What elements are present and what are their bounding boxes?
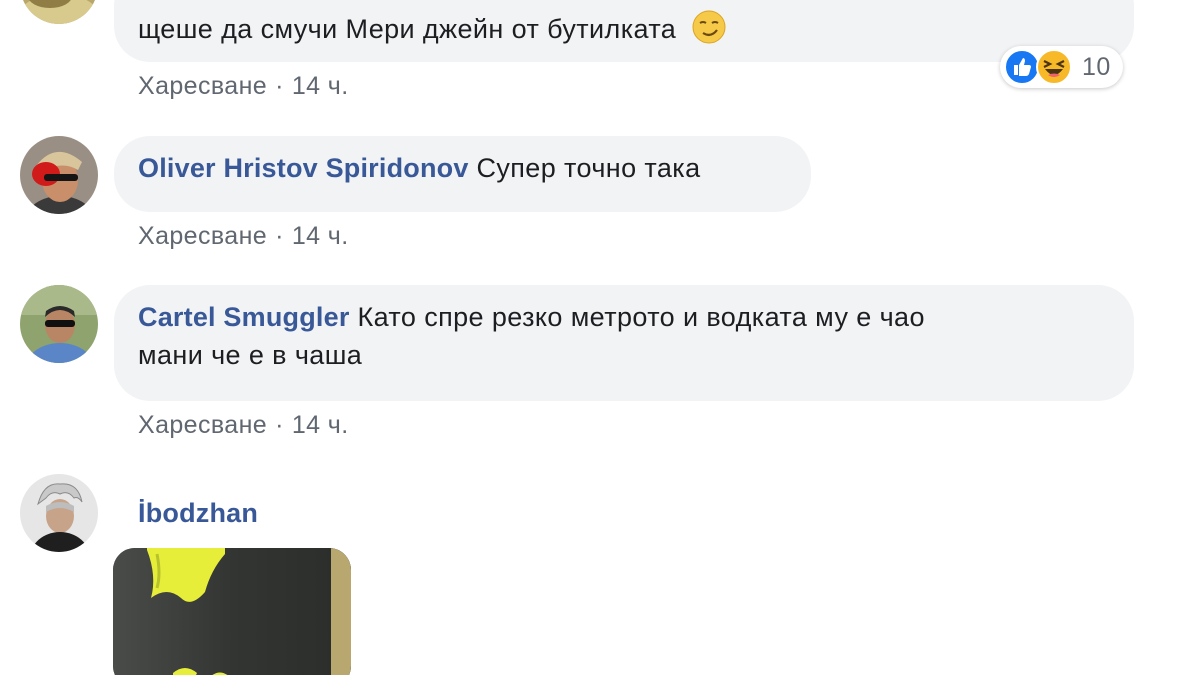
comment-author[interactable]: Cartel Smuggler [138,302,350,332]
comment-text: щеше да смучи Мери джейн от бутилката [138,14,677,44]
smirk-emoji-icon [692,10,726,44]
reactions-badge[interactable]: 10 [1000,46,1123,88]
avatar[interactable] [20,0,98,24]
avatar[interactable] [20,136,98,214]
like-link[interactable]: Харесване [138,411,267,439]
comment-bubble: Oliver Hristov Spiridonov Супер точно та… [114,136,811,212]
like-link[interactable]: Харесване [138,222,267,250]
avatar[interactable] [20,474,98,552]
comment-line-2: мани че е в чаша [138,340,363,370]
comment-author[interactable]: İbodzhan [138,494,258,532]
comment-line-1: Cartel Smuggler Като спре резко метрото … [138,298,1110,336]
comment-thread: щеше да смучи Мери джейн от бутилката 10… [0,0,1200,675]
separator: · [275,411,284,439]
haha-icon [1036,49,1072,85]
separator: · [275,222,284,250]
comment-bubble: щеше да смучи Мери джейн от бутилката [114,0,1134,62]
like-icon [1004,49,1040,85]
comment-text: Като спре резко метрото и водката му е ч… [357,302,925,332]
comment-author[interactable]: Oliver Hristov Spiridonov [138,153,469,183]
comment-actions: Харесване · 14 ч. [138,71,349,101]
comment-actions: Харесване · 14 ч. [138,410,349,440]
sticker-image[interactable] [113,548,351,675]
separator: · [275,72,284,100]
comment-time[interactable]: 14 ч. [292,411,349,439]
reaction-count: 10 [1082,52,1111,81]
comment-text: Супер точно така [476,153,701,183]
like-link[interactable]: Харесване [138,72,267,100]
comment-actions: Харесване · 14 ч. [138,221,349,251]
comment-bubble: Cartel Smuggler Като спре резко метрото … [114,285,1134,401]
comment-time[interactable]: 14 ч. [292,72,349,100]
avatar[interactable] [20,285,98,363]
comment-time[interactable]: 14 ч. [292,222,349,250]
